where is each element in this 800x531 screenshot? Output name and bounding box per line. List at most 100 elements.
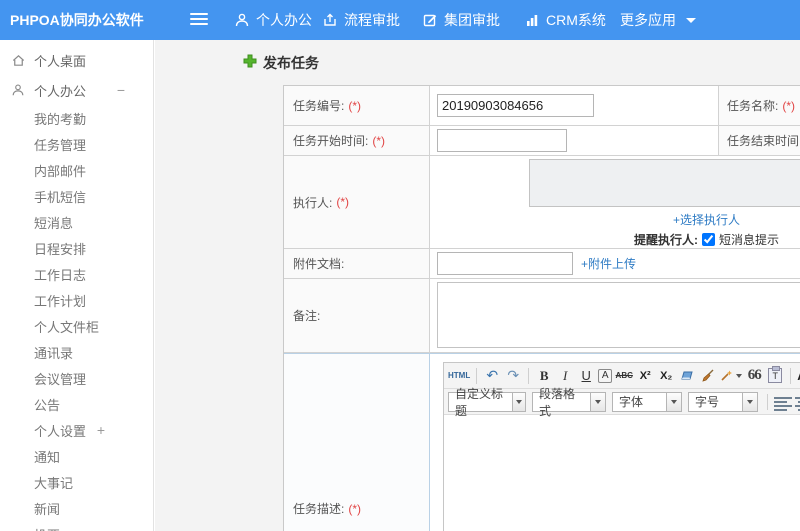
sidebar-item-my-attendance[interactable]: 我的考勤 xyxy=(0,105,153,131)
start-time-label: 任务开始时间: (*) xyxy=(284,126,430,155)
font-family-select[interactable]: 字体 xyxy=(612,391,682,412)
redo-button[interactable]: ↷ xyxy=(504,366,522,386)
app-logo: PHPOA协同办公软件 xyxy=(10,0,144,40)
dropdown-arrow-button[interactable] xyxy=(666,392,681,411)
description-cell: HTML ↶ ↷ B I U A ABC X² X₂ 66 T 自定义标题 段落… xyxy=(430,354,800,531)
eraser-button[interactable] xyxy=(678,366,696,386)
paragraph-format-select[interactable]: 段落格式 xyxy=(532,387,606,418)
dropdown-arrow-button[interactable] xyxy=(511,392,525,411)
underline-button[interactable]: U xyxy=(577,366,595,386)
task-number-cell xyxy=(430,86,718,125)
sidebar-item-work-plan[interactable]: 工作计划 xyxy=(0,287,153,313)
clipboard-icon: T xyxy=(768,366,783,383)
custom-heading-select[interactable]: 自定义标题 xyxy=(448,387,526,418)
sidebar-item-meeting-management[interactable]: 会议管理 xyxy=(0,365,153,391)
nav-crm-system[interactable]: CRM系统 xyxy=(524,0,606,40)
sidebar-item-personal-office[interactable]: 个人办公 − xyxy=(0,75,153,105)
sidebar-item-notice[interactable]: 通知 xyxy=(0,443,153,469)
italic-button[interactable]: I xyxy=(556,366,574,386)
undo-button[interactable]: ↶ xyxy=(483,366,501,386)
bar-chart-icon xyxy=(524,12,540,28)
row-executor: 执行人: (*) +选择执行人 提醒执行人: 短消息提示 xyxy=(284,156,800,249)
editor-content-area[interactable] xyxy=(444,415,800,531)
remark-textarea[interactable] xyxy=(437,282,800,348)
attachment-upload-link[interactable]: +附件上传 xyxy=(581,255,636,272)
add-plus-icon xyxy=(243,54,257,73)
description-label: 任务描述: (*) xyxy=(284,354,430,531)
sidebar-item-memorabilia[interactable]: 大事记 xyxy=(0,469,153,495)
sidebar-item-personal-desktop[interactable]: 个人桌面 xyxy=(0,45,153,75)
sidebar-item-mobile-sms[interactable]: 手机短信 xyxy=(0,183,153,209)
required-mark: (*) xyxy=(372,133,386,148)
align-center-button[interactable] xyxy=(795,395,800,411)
end-time-label: 任务结束时间:(*) xyxy=(718,126,800,155)
nav-personal-office[interactable]: 个人办公 xyxy=(234,0,312,40)
home-icon xyxy=(10,52,26,68)
choose-executor-link[interactable]: +选择执行人 xyxy=(673,211,740,228)
task-form: 任务编号:(*) 任务名称:(*) 任务开始时间:(*) 任务结束时间: xyxy=(283,85,800,531)
row-task-number: 任务编号:(*) 任务名称:(*) xyxy=(284,86,800,126)
editor-toolbar-row2: 自定义标题 段落格式 字体 字号 xyxy=(444,387,800,418)
remark-label: 备注: xyxy=(284,279,430,352)
required-mark: (*) xyxy=(348,98,362,113)
collapse-minus-icon[interactable]: − xyxy=(117,82,125,98)
subscript-button[interactable]: X₂ xyxy=(657,366,675,386)
executor-textarea[interactable] xyxy=(529,159,800,207)
sidebar-item-task-management[interactable]: 任务管理 xyxy=(0,131,153,157)
required-mark: (*) xyxy=(336,195,350,209)
sidebar-item-personal-settings[interactable]: 个人设置 + xyxy=(0,417,153,443)
nav-more-apps[interactable]: 更多应用 xyxy=(620,0,696,40)
user-icon xyxy=(234,12,250,28)
paste-from-word-button[interactable]: T xyxy=(766,366,784,386)
hamburger-menu-icon[interactable] xyxy=(190,13,208,27)
format-brush-button[interactable] xyxy=(699,366,717,386)
align-left-button[interactable] xyxy=(774,395,792,411)
task-name-label: 任务名称: (*) xyxy=(718,86,800,125)
toolbar-separator xyxy=(790,367,792,384)
font-style-button[interactable]: A xyxy=(598,368,613,383)
start-time-input[interactable] xyxy=(437,129,567,152)
main-content: 发布任务 任务编号:(*) 任务名称:(*) 任务开始时间:(*) xyxy=(155,40,800,531)
magic-wand-button[interactable] xyxy=(720,366,743,386)
nav-group-approval[interactable]: 集团审批 xyxy=(422,0,500,40)
sidebar-item-short-message[interactable]: 短消息 xyxy=(0,209,153,235)
page-title: 发布任务 xyxy=(263,55,319,71)
font-size-select[interactable]: 字号 xyxy=(688,391,758,412)
bold-button[interactable]: B xyxy=(535,366,553,386)
nav-label: 集团审批 xyxy=(444,12,500,28)
blockquote-button[interactable]: 66 xyxy=(745,366,763,386)
nav-workflow-approval[interactable]: 流程审批 xyxy=(322,0,400,40)
required-mark: (*) xyxy=(782,98,796,113)
dropdown-arrow-button[interactable] xyxy=(742,392,757,411)
nav-label: 个人办公 xyxy=(256,12,312,28)
sms-remind-checkbox[interactable] xyxy=(701,233,715,246)
sidebar-item-contacts[interactable]: 通讯录 xyxy=(0,339,153,365)
task-number-input[interactable] xyxy=(437,94,594,117)
user-icon xyxy=(10,82,26,98)
source-code-button[interactable]: HTML xyxy=(448,366,470,386)
expand-plus-icon[interactable]: + xyxy=(97,422,105,438)
page-header: 发布任务 xyxy=(243,53,319,73)
sidebar-item-announcement[interactable]: 公告 xyxy=(0,391,153,417)
sms-remind-label: 短消息提示 xyxy=(718,233,779,247)
row-task-time: 任务开始时间:(*) 任务结束时间:(*) xyxy=(284,126,800,156)
sidebar-item-schedule[interactable]: 日程安排 xyxy=(0,235,153,261)
strikethrough-button[interactable]: ABC xyxy=(615,366,633,386)
sidebar-item-personal-files[interactable]: 个人文件柜 xyxy=(0,313,153,339)
sidebar-item-clipped[interactable]: 投票 xyxy=(0,521,153,531)
sidebar-item-internal-mail[interactable]: 内部邮件 xyxy=(0,157,153,183)
dropdown-arrow-button[interactable] xyxy=(590,392,605,411)
sidebar-item-work-log[interactable]: 工作日志 xyxy=(0,261,153,287)
sidebar: 个人桌面 个人办公 − 我的考勤 任务管理 内部邮件 手机短信 短消息 日程安排… xyxy=(0,40,154,531)
attachment-input[interactable] xyxy=(437,252,573,275)
sidebar-item-news[interactable]: 新闻 xyxy=(0,495,153,521)
superscript-button[interactable]: X² xyxy=(636,366,654,386)
remind-executor-row: 提醒执行人: 短消息提示 xyxy=(634,231,779,248)
executor-cell: +选择执行人 提醒执行人: 短消息提示 xyxy=(430,156,800,248)
app-window: PHPOA协同办公软件 个人办公 流程审批 集团审批 CRM系统 更多应用 个人… xyxy=(0,0,800,531)
nav-label: 流程审批 xyxy=(344,12,400,28)
approval-share-icon xyxy=(322,12,338,28)
executor-label: 执行人: (*) xyxy=(284,156,430,248)
nav-label: 更多应用 xyxy=(620,12,676,28)
attachment-label: 附件文档: xyxy=(284,249,430,278)
